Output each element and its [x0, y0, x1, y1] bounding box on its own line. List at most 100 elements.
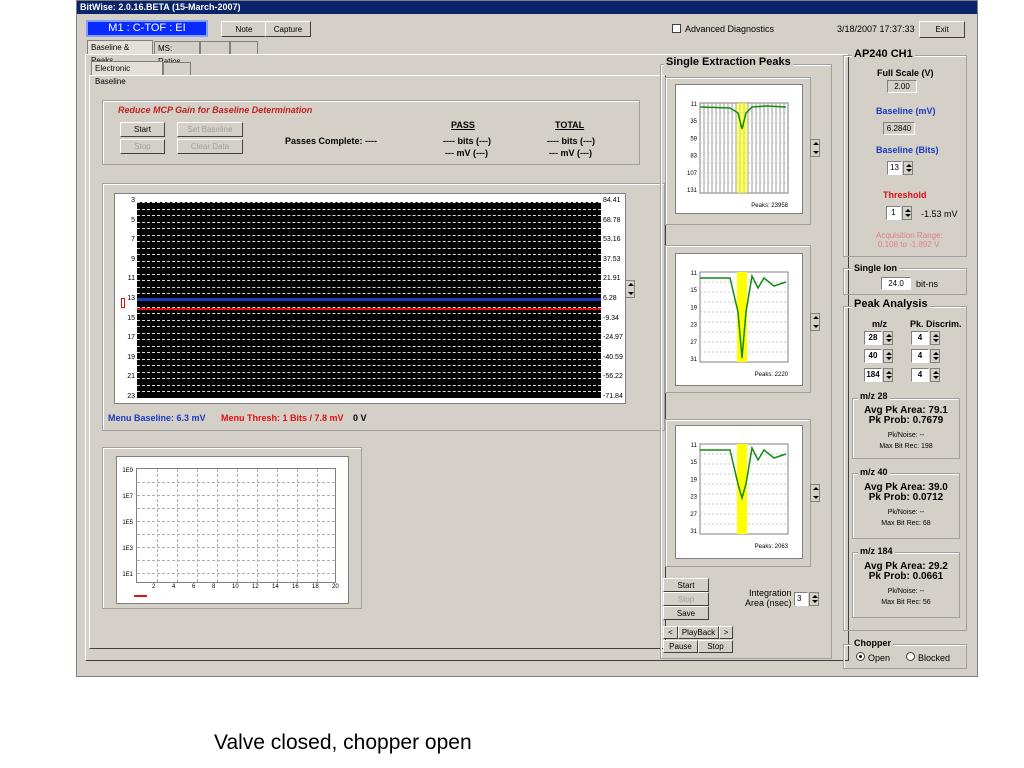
- baseline-start-button[interactable]: Start: [120, 122, 165, 137]
- playback-button[interactable]: PlayBack: [678, 626, 719, 639]
- note-button[interactable]: Note: [221, 21, 267, 37]
- mz-28-prob: Pk Prob: 0.7679: [868, 415, 944, 426]
- main-left-tick: 23: [127, 393, 135, 400]
- full-scale-label: Full Scale (V): [877, 68, 934, 78]
- peak-panel-2-spinner[interactable]: [810, 313, 820, 331]
- mz-40-field[interactable]: 40: [864, 349, 882, 363]
- baseline-bits-field[interactable]: 13: [887, 161, 902, 175]
- baseline-stop-button[interactable]: Stop: [120, 139, 165, 154]
- hist-x-tick: 4: [172, 584, 176, 590]
- main-left-tick: 9: [131, 255, 135, 263]
- peak-y-tick: 107: [687, 171, 698, 177]
- peak-y-tick: 27: [690, 340, 697, 346]
- subtab-electronic-baseline[interactable]: Electronic Baseline: [91, 61, 163, 86]
- gridline: [137, 293, 601, 295]
- peaks-start-button[interactable]: Start: [663, 578, 709, 592]
- playback-next-button[interactable]: >: [719, 626, 733, 639]
- single-ion-field[interactable]: 24.0: [881, 277, 911, 290]
- disc-28-spinner[interactable]: [930, 331, 940, 345]
- set-baseline-button[interactable]: Set Baseline: [177, 122, 243, 137]
- menu-threshold: Menu Thresh: 1 Bits / 7.8 mV: [221, 413, 344, 423]
- gridline: [137, 352, 601, 354]
- threshold-marker-icon[interactable]: [121, 298, 125, 308]
- disc-184-field[interactable]: 4: [911, 368, 929, 382]
- passes-complete: Passes Complete: ----: [285, 136, 378, 146]
- baseline-mv-field[interactable]: 6.2840: [883, 122, 915, 135]
- full-scale-field[interactable]: 2.00: [887, 80, 917, 93]
- mz-40-title: m/z 40: [858, 467, 890, 477]
- hist-hgrid: [137, 482, 335, 483]
- threshold-field[interactable]: 1: [886, 206, 901, 220]
- mz-28-field[interactable]: 28: [864, 331, 882, 345]
- peaks-title: Single Extraction Peaks: [664, 56, 793, 68]
- tab-ms-ratios[interactable]: MS: Ratios: [154, 41, 200, 66]
- mz-184-spinner[interactable]: [883, 368, 893, 382]
- gridline: [137, 319, 601, 321]
- threshold-spinner[interactable]: [902, 206, 912, 220]
- tab-3[interactable]: [200, 41, 230, 55]
- baseline-line: [137, 298, 601, 301]
- main-chart-scroll-spinner[interactable]: [625, 280, 635, 298]
- subtab-2[interactable]: [163, 62, 191, 76]
- peak-panel-3-spinner[interactable]: [810, 484, 820, 502]
- gridline: [137, 339, 601, 341]
- advanced-diagnostics-checkbox[interactable]: [672, 24, 681, 33]
- exit-button[interactable]: Exit: [919, 21, 965, 38]
- gridline: [137, 208, 601, 210]
- mz-184-prob: Pk Prob: 0.0661: [868, 571, 944, 582]
- gridline: [137, 332, 601, 334]
- disc-40-spinner[interactable]: [930, 349, 940, 363]
- main-left-tick: 7: [131, 236, 135, 244]
- mz-28-title: m/z 28: [858, 391, 890, 401]
- disc-40-field[interactable]: 4: [911, 349, 929, 363]
- gridline: [137, 241, 601, 243]
- hist-x-tick: 10: [232, 584, 239, 590]
- gridline: [137, 358, 601, 360]
- mz-28-spinner[interactable]: [883, 331, 893, 345]
- discrim-header: Pk. Discrim.: [910, 319, 962, 329]
- peak-panel-1-spinner[interactable]: [810, 139, 820, 157]
- mz-184-field[interactable]: 184: [864, 368, 882, 382]
- threshold-mv: -1.53 mV: [921, 209, 958, 219]
- disc-28-field[interactable]: 4: [911, 331, 929, 345]
- hist-vgrid: [237, 469, 238, 582]
- main-left-tick: 19: [127, 353, 135, 361]
- main-right-tick: -40.59: [603, 353, 623, 361]
- peaks-stop-button[interactable]: Stop: [663, 592, 709, 606]
- peaks-save-button[interactable]: Save: [663, 606, 709, 620]
- mz-header: m/z: [872, 319, 888, 329]
- gridline: [137, 247, 601, 249]
- hist-vgrid: [297, 469, 298, 582]
- playback-stop-button[interactable]: Stop: [698, 640, 733, 653]
- integration-label-1: Integration: [749, 588, 792, 598]
- hist-vgrid: [257, 469, 258, 582]
- integration-area-field[interactable]: 3: [794, 592, 808, 606]
- chopper-open-label: Open: [868, 653, 891, 663]
- clear-data-button[interactable]: Clear Data: [177, 139, 243, 154]
- hist-x-tick: 16: [292, 584, 299, 590]
- chopper-blocked-radio[interactable]: [906, 652, 915, 661]
- gridline: [137, 365, 601, 367]
- peak-y-tick: 19: [690, 477, 697, 483]
- total-bits: ---- bits (---): [547, 136, 595, 146]
- mz-40-spinner[interactable]: [883, 349, 893, 363]
- disc-184-spinner[interactable]: [930, 368, 940, 382]
- tab-4[interactable]: [230, 41, 258, 55]
- zero-volts: 0 V: [353, 413, 367, 423]
- capture-button[interactable]: Capture: [265, 21, 311, 37]
- pass-mv: --- mV (---): [445, 148, 488, 158]
- gridline: [137, 221, 601, 223]
- peak-chart-svg: 11 35 59 83 107 131 Peaks: 23958: [687, 102, 789, 209]
- tab-baseline-peaks[interactable]: Baseline & Peaks: [87, 40, 153, 65]
- single-ion-title: Single Ion: [852, 263, 900, 273]
- mz-40-maxbit: Max Bit Rec: 68: [881, 520, 931, 527]
- chopper-open-radio[interactable]: [856, 652, 865, 661]
- playback-prev-button[interactable]: <: [663, 626, 678, 639]
- hist-x-tick: 8: [212, 584, 216, 590]
- integration-area-spinner[interactable]: [809, 592, 819, 606]
- total-header: TOTAL: [555, 120, 585, 130]
- pause-button[interactable]: Pause: [663, 640, 698, 653]
- baseline-bits-spinner[interactable]: [903, 161, 913, 175]
- hist-vgrid: [217, 469, 218, 582]
- hist-x-tick: 18: [312, 584, 319, 590]
